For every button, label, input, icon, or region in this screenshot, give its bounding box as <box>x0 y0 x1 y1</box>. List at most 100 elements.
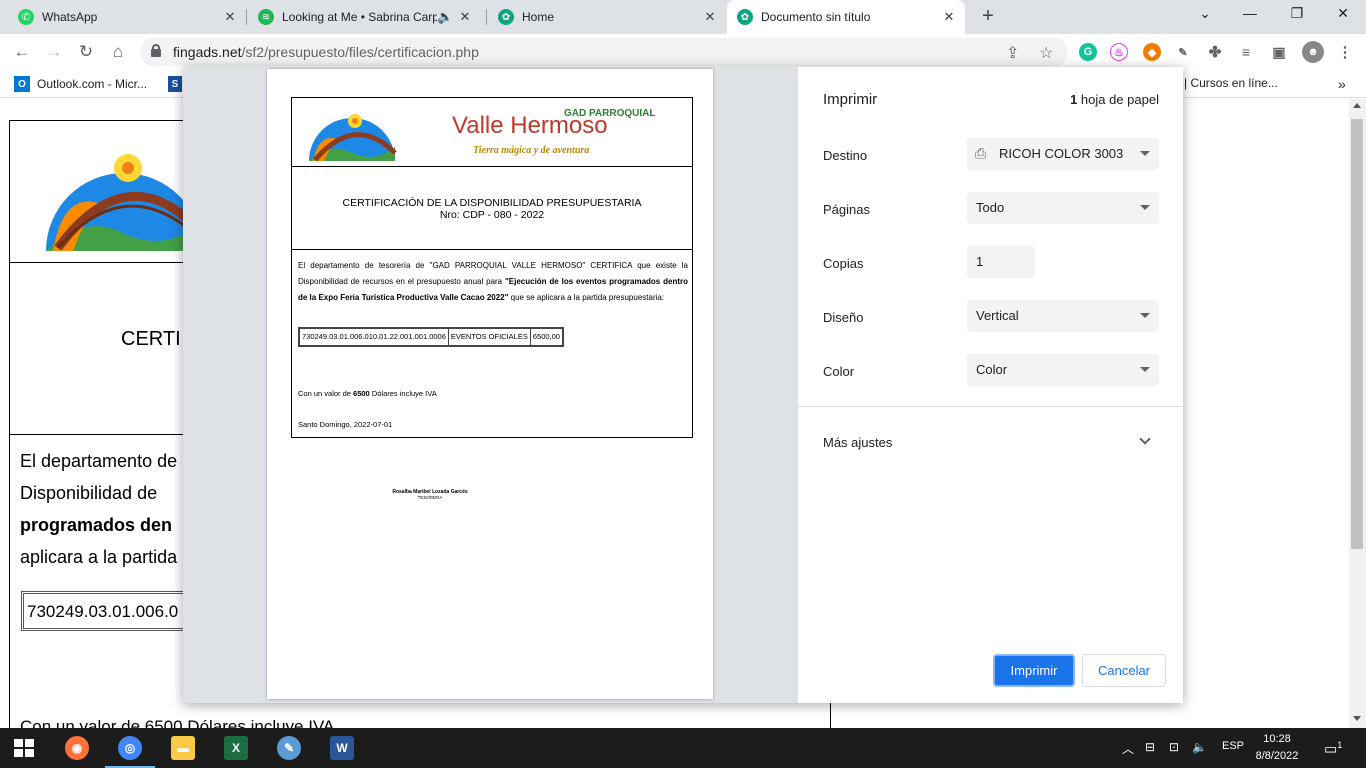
print-settings-panel: Imprimir 1 hoja de papel Destino ⎙ RICOH… <box>798 67 1183 703</box>
tab-documento[interactable]: ✿ Documento sin título ✕ <box>727 0 965 34</box>
camera-icon[interactable]: ⊡ <box>1169 740 1179 754</box>
menu-icon[interactable]: ⋮ <box>1336 43 1354 61</box>
bookmark-label: | Cursos en líne... <box>1184 76 1278 90</box>
minimize-icon[interactable]: — <box>1240 5 1260 21</box>
forward-icon[interactable]: → <box>44 42 64 62</box>
copias-input[interactable]: 1 <box>967 246 1035 278</box>
sri-icon: S <box>168 76 182 92</box>
puzzle-icon[interactable]: ✤ <box>1206 43 1224 61</box>
close-icon[interactable]: ✕ <box>941 9 957 25</box>
more-bookmarks-icon[interactable]: » <box>1338 76 1346 92</box>
destino-label: Destino <box>823 148 868 163</box>
language-indicator[interactable]: ESP <box>1222 740 1244 752</box>
home-icon[interactable]: ⌂ <box>108 42 128 62</box>
close-icon[interactable]: ✕ <box>457 9 473 25</box>
chevron-down-icon <box>1140 205 1150 210</box>
speaker-icon[interactable]: 🔈 <box>437 9 453 25</box>
restore-icon[interactable]: ❐ <box>1287 5 1307 22</box>
pen-icon[interactable]: ✎ <box>1174 43 1192 61</box>
body-end: que se aplicara a la partida presupuesta… <box>508 293 665 302</box>
address-bar[interactable]: fingads.net/sf2/presupuesto/files/certif… <box>140 38 1068 66</box>
chevron-down-icon[interactable] <box>1139 433 1151 445</box>
diseno-select[interactable]: Vertical <box>967 300 1159 332</box>
paginas-select[interactable]: Todo <box>967 192 1159 224</box>
cert-title-text: CERTIFICACIÓN DE LA DISPONIBILIDAD PRESU… <box>342 197 642 209</box>
sidepanel-icon[interactable]: ▣ <box>1270 43 1288 61</box>
chevron-up-icon[interactable]: ︿ <box>1122 740 1134 757</box>
valor-text: Con un valor de 6500 Dólares incluye IVA <box>298 389 437 398</box>
tab-strip: ✆ WhatsApp ✕ ≋ Looking at Me • Sabrina C… <box>0 0 1366 34</box>
excel-icon[interactable]: X <box>224 736 248 760</box>
clock-date: 8/8/2022 <box>1255 750 1299 762</box>
color-select[interactable]: Color <box>967 354 1159 386</box>
reload-icon[interactable]: ↻ <box>76 42 96 62</box>
print-title: Imprimir <box>823 91 878 108</box>
extension-icon[interactable]: ♨ <box>1110 43 1128 61</box>
preview-title-row: CERTIFICACIÓN DE LA DISPONIBILIDAD PRESU… <box>292 167 692 250</box>
notification-icon[interactable]: ▭1 <box>1324 740 1342 758</box>
lock-icon[interactable] <box>151 44 161 57</box>
bg-cert-title: CERTI <box>121 328 181 350</box>
page-scrollbar[interactable] <box>1349 99 1366 728</box>
avatar[interactable]: ☻ <box>1302 41 1324 63</box>
scroll-up-icon[interactable] <box>1353 103 1361 108</box>
valle-hermoso-logo <box>309 114 397 162</box>
print-preview-area: Valle Hermoso GAD PARROQUIAL Tierra mági… <box>183 67 798 703</box>
url-path: /sf2/presupuesto/files/certificacion.php <box>241 44 479 60</box>
tab-spotify[interactable]: ≋ Looking at Me • Sabrina Carp 🔈 ✕ <box>248 0 486 34</box>
chrome-icon[interactable]: ◎ <box>118 736 142 760</box>
destino-select[interactable]: ⎙ RICOH COLOR 3003 <box>967 138 1159 170</box>
whatsapp-icon: ✆ <box>18 9 34 25</box>
copias-label: Copias <box>823 256 864 271</box>
tab-search-icon[interactable]: ⌄ <box>1195 5 1215 22</box>
cert-title: CERTIFICACIÓN DE LA DISPONIBILIDAD PRESU… <box>292 197 692 221</box>
back-icon[interactable]: ← <box>12 42 32 62</box>
file-explorer-icon[interactable]: ▬ <box>171 736 195 760</box>
preview-header-row: Valle Hermoso GAD PARROQUIAL Tierra mági… <box>292 98 692 167</box>
clock[interactable]: 10:28 8/8/2022 <box>1254 731 1300 765</box>
preview-page: Valle Hermoso GAD PARROQUIAL Tierra mági… <box>267 69 713 699</box>
chatgpt-icon: ✿ <box>737 9 753 25</box>
tab-whatsapp[interactable]: ✆ WhatsApp ✕ <box>8 0 246 34</box>
windows-start-icon[interactable] <box>14 739 34 757</box>
spotify-icon: ≋ <box>258 9 274 25</box>
paint-icon[interactable]: ✎ <box>277 736 301 760</box>
sheet-count: 1 hoja de papel <box>1070 92 1159 107</box>
tab-separator <box>486 9 487 25</box>
print-button[interactable]: Imprimir <box>993 654 1075 687</box>
word-icon[interactable]: W <box>330 736 354 760</box>
sheet-count-label: hoja de papel <box>1080 92 1159 107</box>
grammarly-icon[interactable]: G <box>1079 43 1097 61</box>
firefox-icon[interactable]: ◉ <box>65 736 89 760</box>
fecha-text: Santo Domingo, 2022-07-01 <box>298 420 393 429</box>
chatgpt-icon: ✿ <box>498 9 514 25</box>
tab-separator <box>246 9 247 25</box>
bookmark-outlook[interactable]: O Outlook.com - Micr... <box>14 76 147 92</box>
valor-suffix: Dólares incluye IVA <box>369 389 437 398</box>
close-icon[interactable]: ✕ <box>702 9 718 25</box>
close-icon[interactable]: ✕ <box>222 9 238 25</box>
url-domain: fingads.net <box>173 44 242 60</box>
color-label: Color <box>823 364 855 379</box>
mas-ajustes-toggle[interactable]: Más ajustes <box>823 435 892 450</box>
valor-amount: 6500 <box>353 389 370 398</box>
volume-icon[interactable]: 🔈 <box>1192 740 1207 754</box>
close-window-icon[interactable]: ✕ <box>1333 5 1353 22</box>
network-icon[interactable]: ⊟ <box>1145 740 1155 754</box>
scrollbar-thumb[interactable] <box>1351 119 1363 549</box>
bg-paragraph-line: Disponibilidad de <box>20 483 158 503</box>
valor-prefix: Con un valor de <box>298 389 354 398</box>
bg-valor-text: Con un valor de 6500 Dólares incluye IVA <box>20 717 335 728</box>
tab-home[interactable]: ✿ Home ✕ <box>488 0 726 34</box>
star-icon[interactable]: ☆ <box>1039 43 1053 63</box>
cancel-button[interactable]: Cancelar <box>1082 654 1166 687</box>
share-icon[interactable]: ⇪ <box>1006 43 1019 63</box>
bookmark-cursos[interactable]: | Cursos en líne... <box>1184 76 1278 90</box>
chevron-down-icon <box>1140 367 1150 372</box>
extension-icon[interactable]: ◆ <box>1143 43 1161 61</box>
scroll-down-icon[interactable] <box>1353 716 1361 721</box>
new-tab-button[interactable]: + <box>978 5 998 29</box>
media-icon[interactable]: ≡ <box>1237 43 1255 61</box>
cert-body: El departamento de tesorería de "GAD PAR… <box>298 258 688 306</box>
tab-title: Home <box>522 10 555 24</box>
